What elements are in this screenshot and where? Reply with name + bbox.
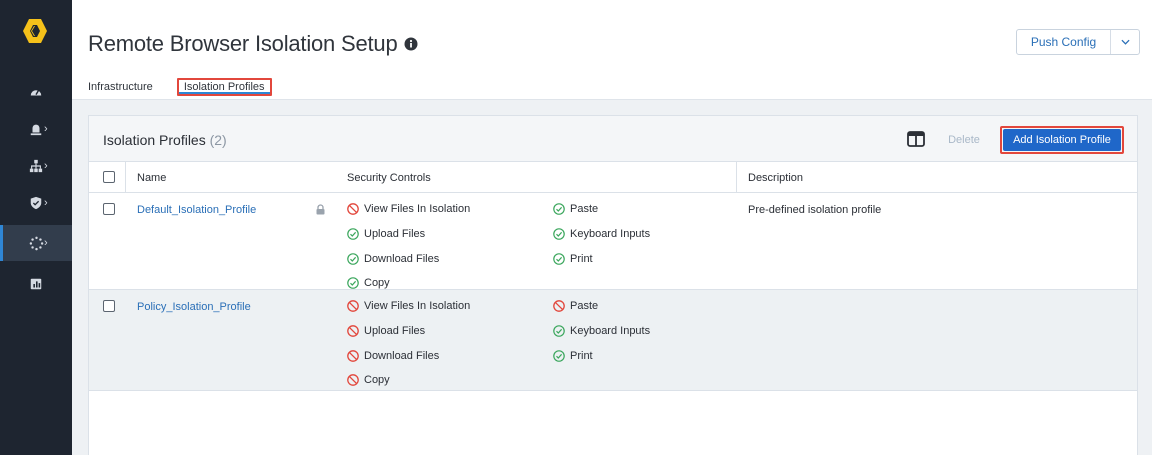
row-checkbox[interactable] <box>103 300 115 312</box>
column-header-description[interactable]: Description <box>748 172 803 184</box>
blocked-icon <box>347 374 359 386</box>
table-row[interactable]: Default_Isolation_Profile View Files In … <box>89 193 1137 290</box>
sidebar-item-alerts[interactable]: › <box>0 111 72 147</box>
sidebar: › › › › <box>0 0 72 455</box>
control-label: Copy <box>364 277 390 289</box>
sidebar-item-reports[interactable] <box>0 266 72 302</box>
allowed-check-icon <box>553 203 565 215</box>
lock-icon <box>315 204 326 215</box>
dashboard-gauge-icon <box>28 84 44 100</box>
sidebar-item-network[interactable]: › <box>0 148 72 184</box>
table-header: Name Security Controls Description <box>89 162 1137 193</box>
control-label: Upload Files <box>364 325 426 337</box>
blocked-icon <box>347 300 359 312</box>
table-empty-area <box>89 390 1137 455</box>
network-topology-icon <box>28 158 44 174</box>
isolation-profiles-panel: Isolation Profiles (2) Delete Add Isolat… <box>88 115 1138 455</box>
control-item: Upload Files <box>347 325 425 337</box>
add-isolation-profile-button[interactable]: Add Isolation Profile <box>1003 129 1121 151</box>
panel-header: Isolation Profiles (2) Delete Add Isolat… <box>89 116 1137 162</box>
sidebar-item-security[interactable]: › <box>0 185 72 221</box>
column-settings-icon[interactable] <box>907 131 925 147</box>
push-config-split-button: Push Config <box>1016 29 1140 55</box>
tab-bar: Infrastructure Isolation Profiles <box>88 76 292 98</box>
push-config-button[interactable]: Push Config <box>1017 30 1111 54</box>
table-row[interactable]: Policy_Isolation_Profile View Files In I… <box>89 290 1137 390</box>
control-item: Copy <box>347 374 390 386</box>
profile-name-link[interactable]: Default_Isolation_Profile <box>137 204 256 216</box>
profile-description: Pre-defined isolation profile <box>748 204 882 216</box>
select-all-checkbox[interactable] <box>103 171 115 183</box>
column-header-security-controls[interactable]: Security Controls <box>347 172 431 184</box>
page-title: Remote Browser Isolation Setup <box>88 31 398 56</box>
control-item: Keyboard Inputs <box>553 325 650 337</box>
control-label: Upload Files <box>364 228 426 240</box>
column-divider <box>736 162 737 193</box>
add-isolation-profile-highlight: Add Isolation Profile <box>1000 126 1124 154</box>
control-item: Keyboard Inputs <box>553 228 650 240</box>
chevron-right-icon: › <box>44 123 48 135</box>
blocked-icon <box>347 350 359 362</box>
panel-title: Isolation Profiles (2) <box>103 132 227 148</box>
delete-button[interactable]: Delete <box>941 130 987 150</box>
info-icon[interactable] <box>404 37 418 51</box>
allowed-check-icon <box>347 228 359 240</box>
control-label: Keyboard Inputs <box>570 325 651 337</box>
allowed-check-icon <box>553 253 565 265</box>
column-header-name[interactable]: Name <box>137 172 166 184</box>
chevron-down-icon <box>1120 39 1130 45</box>
page-header: Remote Browser Isolation Setup <box>88 31 418 57</box>
main-content: Remote Browser Isolation Setup Push Conf… <box>72 0 1152 455</box>
control-item: Paste <box>553 300 598 312</box>
chevron-right-icon: › <box>44 197 48 209</box>
push-config-dropdown-toggle[interactable] <box>1111 30 1139 54</box>
control-label: Keyboard Inputs <box>570 228 651 240</box>
blocked-icon <box>347 325 359 337</box>
control-label: Paste <box>570 203 599 215</box>
allowed-check-icon <box>553 228 565 240</box>
control-item: Download Files <box>347 350 439 362</box>
sidebar-item-dashboard[interactable] <box>0 74 72 110</box>
control-item: Paste <box>553 203 598 215</box>
control-item: Copy <box>347 277 390 289</box>
control-label: Paste <box>570 300 599 312</box>
allowed-check-icon <box>347 253 359 265</box>
brand-logo-icon[interactable] <box>22 18 48 44</box>
control-item: View Files In Isolation <box>347 300 470 312</box>
control-label: Print <box>570 253 593 265</box>
row-checkbox[interactable] <box>103 203 115 215</box>
control-label: Download Files <box>364 253 440 265</box>
tab-infrastructure[interactable]: Infrastructure <box>88 78 157 96</box>
allowed-check-icon <box>553 350 565 362</box>
control-label: Copy <box>364 374 390 386</box>
control-label: View Files In Isolation <box>364 300 471 312</box>
control-label: Download Files <box>364 350 440 362</box>
profile-name-link[interactable]: Policy_Isolation_Profile <box>137 301 251 313</box>
control-item: Upload Files <box>347 228 425 240</box>
control-item: Print <box>553 253 593 265</box>
control-label: View Files In Isolation <box>364 203 471 215</box>
isolation-icon <box>28 235 44 251</box>
allowed-check-icon <box>347 277 359 289</box>
control-label: Print <box>570 350 593 362</box>
column-divider <box>125 162 126 193</box>
chevron-right-icon: › <box>44 237 48 249</box>
panel-title-text: Isolation Profiles <box>103 132 206 148</box>
control-item: Print <box>553 350 593 362</box>
tab-isolation-profiles[interactable]: Isolation Profiles <box>176 78 272 96</box>
shield-icon <box>28 195 44 211</box>
allowed-check-icon <box>553 325 565 337</box>
reports-icon <box>28 276 44 292</box>
control-item: View Files In Isolation <box>347 203 470 215</box>
sidebar-item-isolation[interactable]: › <box>0 225 72 261</box>
alerts-icon <box>28 121 44 137</box>
control-item: Download Files <box>347 253 439 265</box>
blocked-icon <box>553 300 565 312</box>
blocked-icon <box>347 203 359 215</box>
chevron-right-icon: › <box>44 160 48 172</box>
profile-count: (2) <box>209 132 227 148</box>
